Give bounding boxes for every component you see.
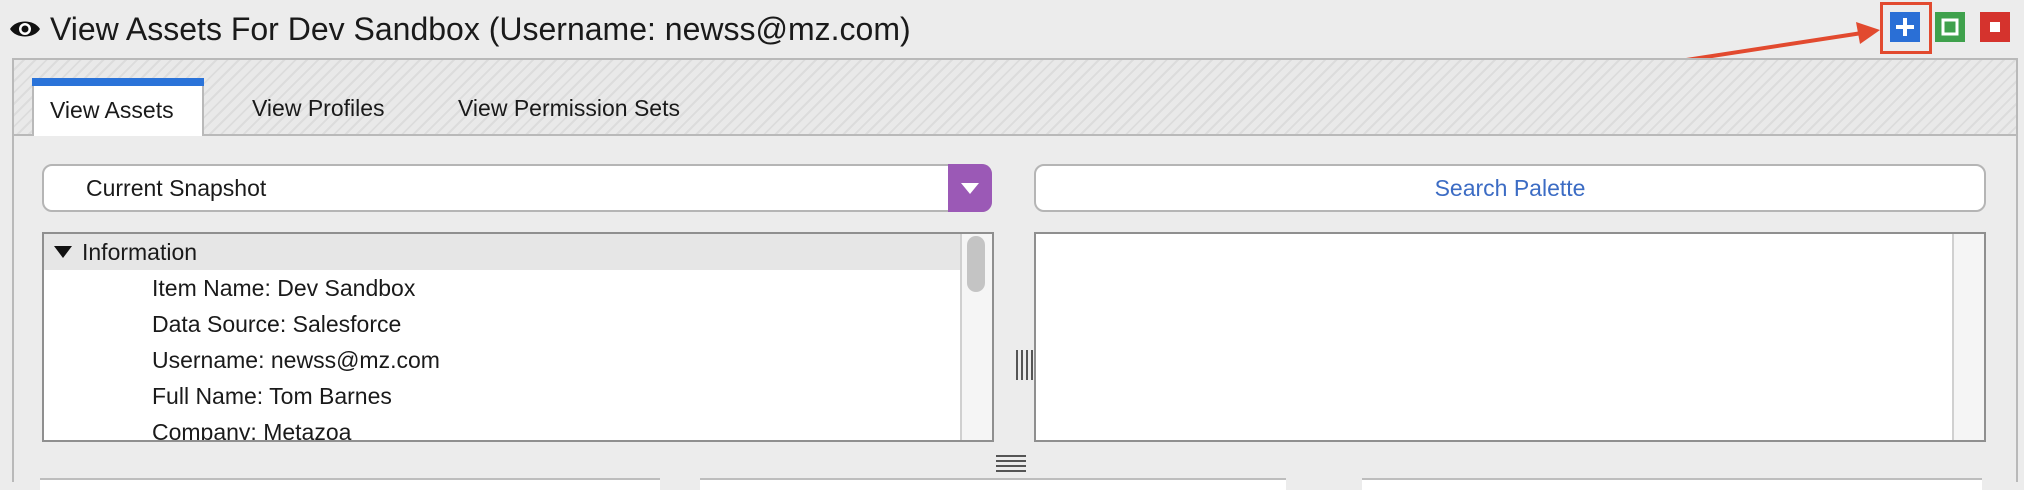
close-button[interactable]: [1980, 12, 2010, 42]
vertical-splitter-grip-icon[interactable]: [1014, 350, 1036, 380]
tab-view-permission-sets[interactable]: View Permission Sets: [442, 84, 696, 132]
horizontal-splitter-grip-icon[interactable]: [996, 453, 1026, 473]
information-tree[interactable]: Information Item Name: Dev Sandbox Data …: [42, 232, 994, 442]
assets-panel: View Assets View Profiles View Permissio…: [12, 58, 2018, 482]
tree-item[interactable]: Item Name: Dev Sandbox: [152, 270, 415, 306]
maximize-button[interactable]: [1935, 12, 1965, 42]
window-title: View Assets For Dev Sandbox (Username: n…: [50, 11, 911, 47]
eye-icon: [10, 21, 40, 37]
expand-triangle-icon[interactable]: [54, 246, 72, 258]
lower-panel-middle: [700, 478, 1286, 490]
palette-results[interactable]: [1034, 232, 1986, 442]
information-header: Information: [82, 239, 198, 265]
maximize-icon: [1941, 18, 1959, 36]
plus-icon: [1896, 18, 1914, 36]
information-group[interactable]: Information: [44, 234, 962, 270]
tab-view-profiles[interactable]: View Profiles: [236, 84, 401, 132]
search-palette-button[interactable]: Search Palette: [1034, 164, 1986, 212]
tree-scrollbar[interactable]: [960, 234, 992, 440]
snapshot-select-value: Current Snapshot: [86, 175, 267, 201]
add-button[interactable]: [1890, 12, 1920, 42]
title-bar: View Assets For Dev Sandbox (Username: n…: [0, 0, 2024, 58]
chevron-down-icon[interactable]: [948, 164, 992, 212]
palette-scrollbar[interactable]: [1952, 234, 1984, 440]
tab-view-assets[interactable]: View Assets: [32, 78, 204, 136]
tree-item[interactable]: Company: Metazoa: [152, 414, 351, 440]
tree-scrollbar-thumb[interactable]: [967, 236, 985, 292]
tree-item[interactable]: Full Name: Tom Barnes: [152, 378, 392, 414]
tab-strip: View Assets View Profiles View Permissio…: [14, 60, 2016, 136]
stop-icon: [1990, 22, 2000, 32]
tree-item[interactable]: Username: newss@mz.com: [152, 342, 440, 378]
lower-panel-left: [40, 478, 660, 490]
tree-item[interactable]: Data Source: Salesforce: [152, 306, 401, 342]
snapshot-select[interactable]: Current Snapshot: [42, 164, 992, 212]
lower-panel-right: [1362, 478, 1982, 490]
